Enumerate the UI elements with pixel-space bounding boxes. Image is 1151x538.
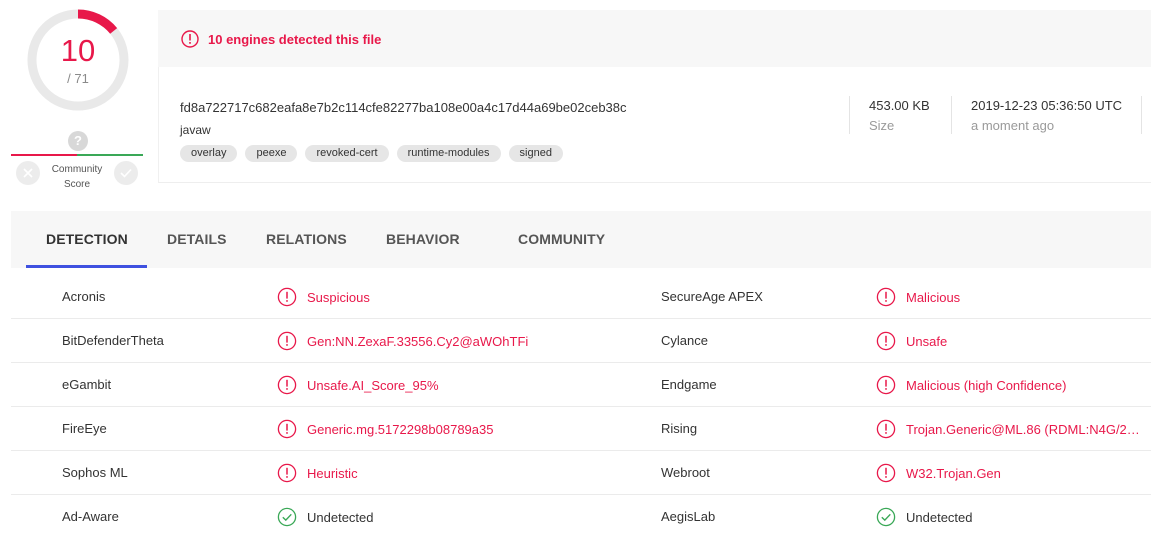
alert-icon — [181, 30, 199, 48]
detection-result: Undetected — [876, 507, 973, 527]
community-score-label: Community Score — [45, 162, 109, 192]
tag-revoked-cert[interactable]: revoked-cert — [305, 145, 389, 162]
tab-detection[interactable]: DETECTION — [46, 231, 128, 247]
result-label: Malicious — [906, 289, 961, 305]
vote-harmless-button[interactable] — [114, 161, 138, 185]
result-label: Trojan.Generic@ML.86 (RDML:N4G/2WOMIN7eH… — [906, 421, 1151, 437]
report-tabs: DETECTION DETAILS RELATIONS BEHAVIOR COM… — [11, 211, 1151, 268]
detection-alert: 10 engines detected this file — [158, 10, 1151, 67]
close-icon — [23, 168, 33, 178]
result-label: Generic.mg.5172298b08789a35 — [307, 421, 494, 437]
scan-date-value: 2019-12-23 05:36:50 UTC — [971, 98, 1123, 113]
tag-runtime-modules[interactable]: runtime-modules — [396, 145, 501, 162]
result-label: Gen:NN.ZexaF.33556.Cy2@aWOhTFi — [307, 333, 529, 349]
detection-result: Unsafe — [876, 331, 947, 351]
table-row: eGambit Unsafe.AI_Score_95% Endgame Malicio… — [11, 363, 1151, 407]
table-row: Ad-Aware Undetected AegisLab Undetected — [11, 495, 1151, 538]
detection-result: Malicious — [876, 287, 960, 307]
detection-result: Malicious (high Confidence) — [876, 375, 1066, 395]
check-circle-icon — [277, 507, 297, 527]
divider — [1141, 96, 1142, 134]
result-label: Heuristic — [307, 465, 358, 481]
detection-result: W32.Trojan.Gen — [876, 463, 1001, 483]
community-bar-negative — [11, 154, 77, 156]
engines-total: / 71 — [67, 71, 89, 86]
divider — [951, 96, 952, 134]
file-hash[interactable]: fd8a722717c682eafa8e7b2c114cfe82277ba108… — [180, 100, 627, 115]
engine-name: FireEye — [62, 421, 107, 436]
alert-icon — [876, 287, 896, 307]
alert-icon — [876, 375, 896, 395]
detection-result: Trojan.Generic@ML.86 (RDML:N4G/2WOMIN7eH… — [876, 419, 1151, 439]
active-tab-indicator — [26, 265, 147, 268]
check-circle-icon — [876, 507, 896, 527]
detection-score-gauge: 10 / 71 — [27, 9, 129, 111]
detection-result: Generic.mg.5172298b08789a35 — [277, 419, 493, 439]
table-row: Acronis Suspicious SecureAge APEX Malicious — [11, 275, 1151, 319]
check-icon — [120, 168, 132, 178]
engine-name: BitDefenderTheta — [62, 333, 164, 348]
alert-icon — [277, 463, 297, 483]
detection-result: Gen:NN.ZexaF.33556.Cy2@aWOhTFi — [277, 331, 528, 351]
vote-harmful-button[interactable] — [16, 161, 40, 185]
detection-result: Suspicious — [277, 287, 370, 307]
detection-table: Acronis Suspicious SecureAge APEX Malicious… — [11, 275, 1151, 538]
community-label-line2: Score — [63, 179, 91, 190]
alert-icon — [876, 419, 896, 439]
table-row: Sophos ML Heuristic Webroot W32.Trojan.Gen — [11, 451, 1151, 495]
detection-result: Unsafe.AI_Score_95% — [277, 375, 439, 395]
tab-behavior[interactable]: BEHAVIOR — [386, 231, 460, 247]
result-label: Unsafe.AI_Score_95% — [307, 377, 439, 393]
engine-name: AegisLab — [661, 509, 716, 524]
table-row: FireEye Generic.mg.5172298b08789a35 Rising… — [11, 407, 1151, 451]
alert-icon — [876, 463, 896, 483]
question-icon: ? — [68, 131, 88, 151]
engine-name: Endgame — [661, 377, 717, 392]
tab-relations[interactable]: RELATIONS — [266, 231, 347, 247]
result-label: Malicious (high Confidence) — [906, 377, 1067, 393]
file-tags: overlay peexe revoked-cert runtime-modul… — [180, 145, 563, 162]
scan-date-label: a moment ago — [971, 118, 1055, 133]
alert-icon — [277, 375, 297, 395]
result-label: Undetected — [307, 509, 374, 525]
engine-name: Ad-Aware — [62, 509, 119, 524]
detection-result: Undetected — [277, 507, 374, 527]
tab-details[interactable]: DETAILS — [167, 231, 227, 247]
result-label: Undetected — [906, 509, 973, 525]
tab-community[interactable]: COMMUNITY — [518, 231, 605, 247]
engine-name: eGambit — [62, 377, 112, 392]
file-size-value: 453.00 KB — [869, 98, 930, 113]
alert-icon — [277, 287, 297, 307]
tag-signed[interactable]: signed — [508, 145, 563, 162]
table-row: BitDefenderTheta Gen:NN.ZexaF.33556.Cy2@a… — [11, 319, 1151, 363]
file-size-label: Size — [869, 118, 895, 133]
engine-name: Webroot — [661, 465, 710, 480]
result-label: Unsafe — [906, 333, 948, 349]
community-bar-positive — [77, 154, 143, 156]
alert-text: 10 engines detected this file — [208, 32, 382, 47]
community-score: ? Community Score — [11, 130, 143, 192]
alert-icon — [277, 419, 297, 439]
detection-result: Heuristic — [277, 463, 358, 483]
engine-name: SecureAge APEX — [661, 289, 763, 304]
engine-name: Acronis — [62, 289, 106, 304]
engine-name: Rising — [661, 421, 698, 436]
file-name: javaw — [180, 123, 211, 137]
tag-overlay[interactable]: overlay — [180, 145, 238, 162]
alert-icon — [876, 331, 896, 351]
community-label-line1: Community — [51, 164, 103, 175]
engine-name: Sophos ML — [62, 465, 128, 480]
tag-peexe[interactable]: peexe — [245, 145, 298, 162]
divider — [849, 96, 850, 134]
alert-icon — [277, 331, 297, 351]
file-info-card: fd8a722717c682eafa8e7b2c114cfe82277ba108… — [158, 67, 1151, 183]
result-label: Suspicious — [307, 289, 370, 305]
detected-count: 10 — [60, 33, 96, 68]
result-label: W32.Trojan.Gen — [906, 465, 1001, 481]
engine-name: Cylance — [661, 333, 708, 348]
